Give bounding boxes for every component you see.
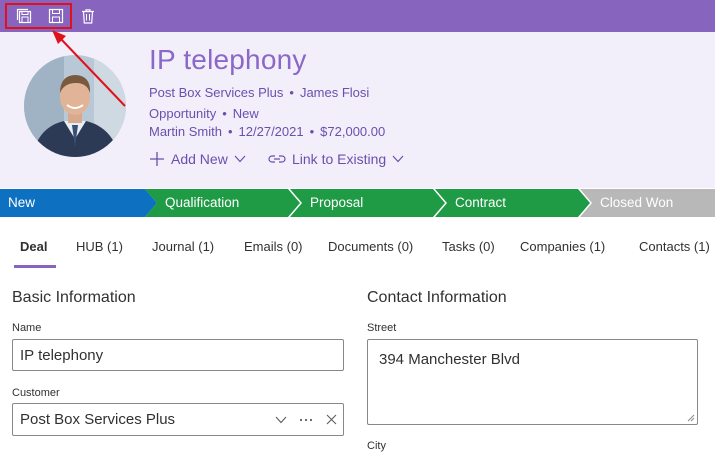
customer-value: Post Box Services Plus: [20, 411, 176, 428]
separator-dot: •: [289, 85, 294, 100]
command-bar: [0, 0, 715, 32]
contact-link[interactable]: James Flosi: [300, 85, 369, 100]
add-new-button[interactable]: Add New: [149, 151, 246, 167]
separator-dot: •: [222, 106, 227, 121]
street-label: Street: [367, 322, 397, 334]
contact-information-title: Contact Information: [367, 289, 507, 306]
tab-hub[interactable]: HUB (1): [76, 239, 123, 254]
stage-label-new: New: [8, 195, 36, 210]
name-label: Name: [12, 322, 42, 334]
chevron-down-icon[interactable]: [275, 416, 287, 424]
profile-photo: [24, 55, 126, 157]
name-value: IP telephony: [20, 347, 104, 364]
chevron-down-icon: [234, 155, 246, 163]
link-to-existing-label: Link to Existing: [292, 151, 387, 167]
basic-information-title: Basic Information: [12, 289, 136, 306]
record-title: IP telephony: [149, 44, 307, 75]
record-type: Opportunity: [149, 106, 217, 121]
link-icon: [268, 155, 286, 163]
plus-icon: [150, 152, 164, 166]
stage-bar: New Qualification Proposal Contract Clos…: [0, 189, 715, 217]
stage-label-contract: Contract: [455, 195, 507, 210]
street-textarea[interactable]: 394 Manchester Blvd: [367, 339, 698, 425]
company-link[interactable]: Post Box Services Plus: [149, 85, 283, 100]
customer-lookup[interactable]: Post Box Services Plus: [12, 403, 344, 436]
stage-label-qualification: Qualification: [165, 195, 240, 210]
record-date: 12/27/2021: [238, 124, 304, 139]
more-icon[interactable]: [299, 418, 313, 422]
tab-journal[interactable]: Journal (1): [152, 239, 214, 254]
link-to-existing-button[interactable]: Link to Existing: [268, 151, 404, 167]
tab-deal[interactable]: Deal: [20, 239, 47, 254]
name-field[interactable]: IP telephony: [12, 339, 344, 371]
record-meta-line-3: Martin Smith • 12/27/2021 • $72,000.00: [149, 124, 385, 139]
city-label: City: [367, 440, 386, 452]
separator-dot: •: [309, 124, 315, 139]
record-status: New: [232, 106, 259, 121]
record-amount: $72,000.00: [320, 124, 386, 139]
tab-contacts[interactable]: Contacts (1): [639, 239, 710, 254]
highlight-box: [5, 3, 72, 29]
resize-handle-icon[interactable]: [687, 414, 695, 422]
street-value: 394 Manchester Blvd: [379, 351, 520, 368]
record-meta-line-1: Post Box Services Plus • James Flosi: [149, 85, 369, 100]
tab-documents[interactable]: Documents (0): [328, 239, 413, 254]
owner-link[interactable]: Martin Smith: [149, 124, 222, 139]
add-new-label: Add New: [171, 151, 228, 167]
avatar: [24, 55, 126, 157]
chevron-down-icon: [392, 155, 404, 163]
stage-label-closed-won: Closed Won: [600, 195, 674, 210]
tab-tasks[interactable]: Tasks (0): [442, 239, 495, 254]
record-meta-line-2: Opportunity • New: [149, 106, 259, 121]
customer-label: Customer: [12, 387, 60, 399]
separator-dot: •: [227, 124, 233, 139]
clear-icon[interactable]: [326, 414, 337, 425]
active-tab-indicator: [14, 265, 56, 268]
delete-button[interactable]: [79, 7, 97, 25]
stage-label-proposal: Proposal: [310, 195, 364, 210]
tab-companies[interactable]: Companies (1): [520, 239, 605, 254]
tab-emails[interactable]: Emails (0): [244, 239, 303, 254]
delete-icon: [82, 9, 94, 24]
